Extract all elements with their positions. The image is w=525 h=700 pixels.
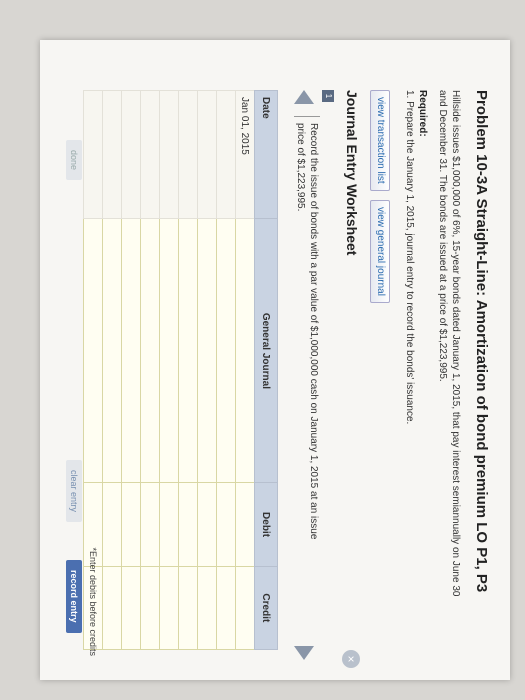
debit-input[interactable] [140, 482, 160, 567]
date-cell [83, 90, 103, 219]
debit-input[interactable] [197, 482, 217, 567]
general-journal-input[interactable] [102, 218, 122, 483]
debit-input[interactable] [102, 482, 122, 567]
date-cell [178, 90, 198, 219]
credit-input[interactable] [102, 566, 122, 650]
general-journal-input[interactable] [159, 218, 179, 483]
table-row [197, 90, 217, 650]
debit-input[interactable] [216, 482, 236, 567]
close-icon[interactable]: × [342, 650, 360, 668]
table-row [121, 90, 141, 650]
worksheet-title: Journal Entry Worksheet [344, 90, 360, 256]
journal-table: Date General Journal Debit Credit Jan 01… [83, 90, 278, 650]
general-journal-input[interactable] [121, 218, 141, 483]
required-item: 1. Prepare the January 1, 2015, journal … [404, 90, 415, 425]
column-header-credit: Credit [254, 566, 278, 650]
record-entry-button[interactable]: record entry [66, 560, 82, 633]
credit-input[interactable] [197, 566, 217, 650]
date-cell [159, 90, 179, 219]
credit-input[interactable] [121, 566, 141, 650]
table-row [140, 90, 160, 650]
credit-input[interactable] [178, 566, 198, 650]
date-cell [216, 90, 236, 219]
page-title: Problem 10-3A Straight-Line: Amortizatio… [473, 90, 490, 593]
required-label: Required: [417, 90, 428, 137]
credit-input[interactable] [140, 566, 160, 650]
table-row: Jan 01, 2015 [235, 90, 255, 650]
date-cell [121, 90, 141, 219]
date-cell: Jan 01, 2015 [235, 90, 255, 219]
rotated-page: Problem 10-3A Straight-Line: Amortizatio… [0, 0, 525, 700]
column-header-debit: Debit [254, 482, 278, 567]
table-row [102, 90, 122, 650]
debit-input[interactable] [121, 482, 141, 567]
date-cell [102, 90, 122, 219]
arrow-right-icon[interactable] [294, 646, 314, 660]
debit-input[interactable] [178, 482, 198, 567]
clear-entry-button[interactable]: clear entry [66, 460, 82, 523]
problem-description: Hillside issues $1,000,000 of 6%, 15-yea… [437, 90, 461, 597]
view-general-journal-button[interactable]: view general journal [370, 200, 390, 303]
debit-input[interactable] [235, 482, 255, 567]
date-cell [197, 90, 217, 219]
date-cell [140, 90, 160, 219]
credit-input[interactable] [159, 566, 179, 650]
table-row [159, 90, 179, 650]
column-header-date: Date [254, 90, 278, 219]
worksheet-panel: Problem 10-3A Straight-Line: Amortizatio… [40, 40, 510, 680]
general-journal-input[interactable] [197, 218, 217, 483]
general-journal-input[interactable] [140, 218, 160, 483]
credit-input[interactable] [235, 566, 255, 650]
done-button[interactable]: done [66, 140, 82, 181]
view-transaction-list-button[interactable]: view transaction list [370, 90, 390, 191]
table-row [178, 90, 198, 650]
table-row [216, 90, 236, 650]
credit-input[interactable] [216, 566, 236, 650]
step-number-badge: 1 [322, 90, 334, 102]
entry-instruction: Record the issue of bonds with a par val… [294, 116, 320, 563]
arrow-left-icon[interactable] [294, 90, 314, 104]
general-journal-input[interactable] [216, 218, 236, 483]
debit-credit-note: *Enter debits before credits [88, 547, 98, 656]
general-journal-input[interactable] [235, 218, 255, 483]
debit-input[interactable] [159, 482, 179, 567]
general-journal-input[interactable] [83, 218, 103, 483]
general-journal-input[interactable] [178, 218, 198, 483]
column-header-general-journal: General Journal [254, 218, 278, 483]
